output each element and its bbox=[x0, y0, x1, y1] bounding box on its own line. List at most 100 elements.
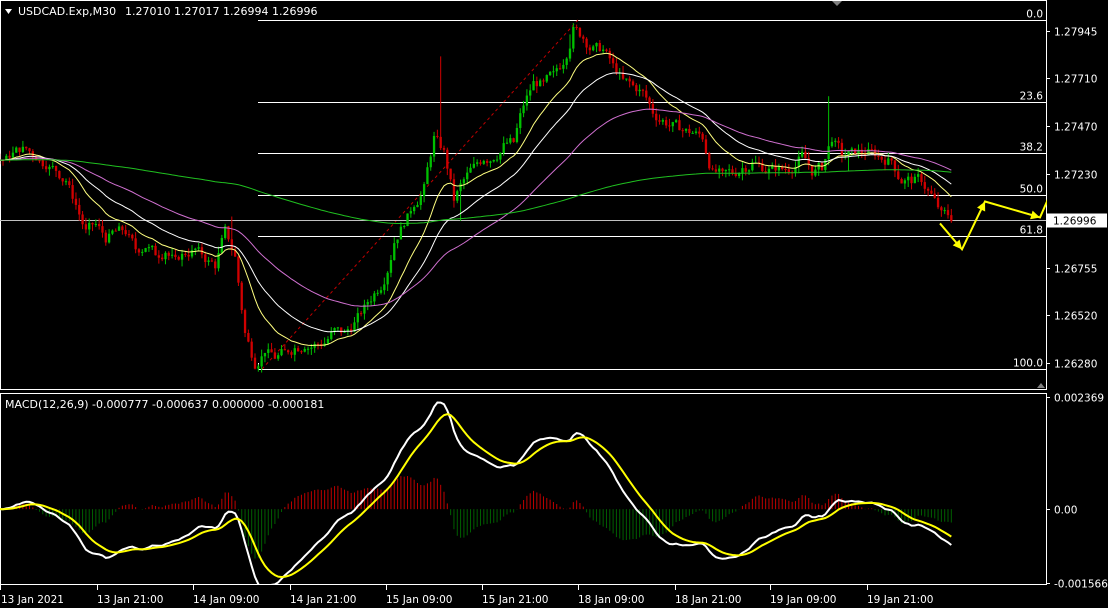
candle bbox=[509, 134, 512, 145]
candle bbox=[161, 253, 164, 262]
candle bbox=[58, 170, 61, 180]
candle bbox=[834, 138, 837, 147]
candle bbox=[814, 165, 817, 177]
candle bbox=[628, 76, 631, 88]
symbol-dropdown-icon[interactable] bbox=[5, 9, 12, 14]
candle bbox=[641, 88, 645, 97]
candle bbox=[8, 150, 11, 163]
candle bbox=[827, 96, 830, 166]
candle bbox=[797, 150, 800, 174]
trading-chart[interactable]: 0.023.638.250.061.8100.0 1.279451.277101… bbox=[0, 0, 1108, 608]
candle bbox=[237, 255, 240, 287]
candle bbox=[668, 118, 671, 132]
candle bbox=[873, 145, 877, 160]
candle bbox=[880, 156, 883, 163]
candle bbox=[804, 144, 807, 159]
candle bbox=[144, 247, 147, 253]
candle bbox=[290, 350, 293, 359]
candle bbox=[436, 129, 439, 139]
candle bbox=[830, 137, 834, 148]
candle bbox=[174, 249, 177, 260]
price-tick-label: 1.27230 bbox=[1054, 170, 1097, 182]
candle bbox=[426, 162, 429, 185]
candle bbox=[781, 164, 784, 171]
candle bbox=[887, 152, 890, 166]
candle bbox=[111, 229, 114, 236]
candle bbox=[572, 23, 575, 53]
candle bbox=[204, 251, 207, 268]
candle bbox=[217, 246, 220, 272]
candle bbox=[704, 135, 708, 155]
candle bbox=[416, 201, 419, 208]
fib-label: 0.0 bbox=[1026, 9, 1043, 21]
candle bbox=[134, 232, 137, 254]
candle bbox=[379, 286, 383, 295]
candle bbox=[698, 126, 701, 138]
candle bbox=[920, 172, 923, 186]
candle bbox=[761, 158, 764, 173]
candle bbox=[485, 159, 489, 167]
candle bbox=[522, 100, 525, 118]
candle bbox=[907, 172, 910, 188]
candle bbox=[585, 37, 588, 55]
candle bbox=[300, 350, 303, 354]
candle bbox=[151, 245, 154, 250]
candle bbox=[598, 40, 601, 52]
candle bbox=[847, 150, 850, 172]
candle bbox=[757, 156, 761, 168]
candle bbox=[406, 213, 409, 227]
candle bbox=[747, 169, 751, 175]
candle bbox=[18, 147, 21, 156]
candle bbox=[432, 131, 436, 162]
candle bbox=[78, 198, 81, 221]
candle bbox=[592, 44, 595, 52]
candle bbox=[369, 295, 373, 307]
candle bbox=[936, 192, 940, 210]
candle bbox=[774, 159, 777, 177]
candle bbox=[651, 99, 655, 118]
candle bbox=[890, 157, 893, 165]
candle bbox=[356, 307, 359, 329]
time-tick-label: 18 Jan 09:00 bbox=[578, 594, 644, 606]
candle bbox=[671, 121, 674, 133]
candle bbox=[157, 250, 160, 264]
forecast-path[interactable] bbox=[939, 120, 1083, 252]
candle bbox=[257, 364, 260, 372]
candle bbox=[946, 204, 950, 219]
candle bbox=[744, 165, 747, 176]
fib-label: 100.0 bbox=[1013, 358, 1043, 370]
price-plot[interactable]: 0.0 23.6 38.2 50.0 61.8 100.0 bbox=[0, 9, 1083, 373]
candle bbox=[674, 118, 678, 123]
macd-panel-frame bbox=[0, 393, 1047, 585]
candle bbox=[101, 219, 104, 238]
macd-plot[interactable] bbox=[0, 401, 952, 588]
candle bbox=[167, 251, 170, 261]
candle bbox=[336, 326, 340, 331]
fib-label: 50.0 bbox=[1020, 184, 1043, 196]
candle bbox=[701, 131, 704, 142]
candle bbox=[943, 207, 946, 215]
candle bbox=[926, 187, 930, 197]
candle bbox=[548, 70, 552, 76]
candle bbox=[525, 89, 529, 111]
time-tick-label: 15 Jan 09:00 bbox=[386, 594, 452, 606]
candle bbox=[552, 65, 555, 78]
ma-mid-line bbox=[0, 72, 952, 333]
candle bbox=[263, 352, 267, 363]
candle bbox=[210, 257, 214, 263]
scale-fix-marker-icon[interactable] bbox=[1037, 383, 1045, 388]
candle bbox=[684, 128, 688, 134]
candle bbox=[303, 346, 306, 353]
candle bbox=[177, 255, 180, 261]
chart-shift-marker-icon[interactable] bbox=[832, 1, 842, 6]
candle bbox=[393, 237, 396, 261]
candle bbox=[582, 34, 585, 43]
current-price-label: 1.26996 bbox=[1053, 216, 1097, 228]
candle bbox=[293, 344, 296, 362]
candle bbox=[515, 123, 519, 144]
candle bbox=[456, 189, 459, 204]
candle bbox=[897, 164, 900, 181]
candle bbox=[870, 143, 873, 151]
candle bbox=[751, 158, 754, 172]
time-tick-label: 18 Jan 21:00 bbox=[675, 594, 741, 606]
